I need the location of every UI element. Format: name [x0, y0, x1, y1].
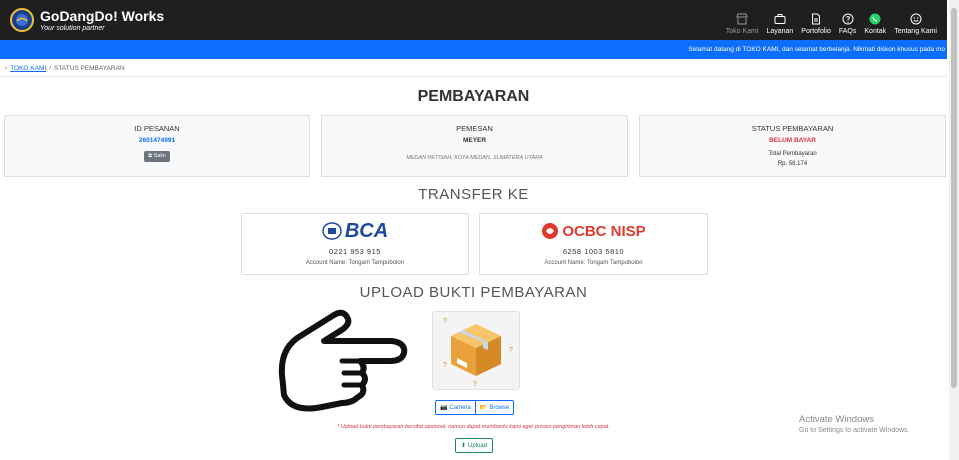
nav-item-label: Layanan: [766, 28, 794, 35]
copy-button-label: Salin: [153, 153, 166, 159]
nav-item-label: Toko Kami: [725, 28, 759, 35]
upload-button-label: Upload: [468, 442, 488, 449]
upload-title: UPLOAD BUKTI PEMBAYARAN: [359, 284, 588, 301]
copy-icon: ⧉: [148, 153, 153, 159]
nav-item-label: Tentang Kami: [894, 28, 937, 35]
upload-button[interactable]: ⬆ Upload: [455, 438, 494, 453]
divider: [0, 76, 947, 77]
nav-item-toko-kami[interactable]: Toko Kami: [725, 12, 759, 35]
total-payment-value: Rp. 58.174: [777, 161, 808, 167]
nav-item-label: Kontak: [864, 28, 887, 35]
browse-button-label: Browse: [489, 404, 510, 411]
breadcrumb: › TOKO KAMI / STATUS PEMBAYARAN: [5, 65, 125, 72]
customer-heading: PEMESAN: [456, 124, 493, 133]
brand-logo-icon: [10, 8, 34, 32]
camera-button-label: Camera: [449, 404, 471, 411]
order-id-value: 2601474991: [138, 137, 176, 144]
svg-text:?: ?: [509, 347, 513, 354]
nav-item-portofolio[interactable]: Portofolio: [801, 12, 831, 35]
camera-button[interactable]: 📷 Camera: [435, 400, 476, 415]
bank-account-holder: Account Name: Tongam Tampubolon: [305, 260, 405, 266]
announcement-marquee: Selamat datang di TOKO KAMI, dan selamat…: [0, 40, 947, 59]
page-scrollbar-thumb[interactable]: [951, 8, 957, 388]
briefcase-icon: [773, 12, 786, 25]
order-id-card: ID PESANAN 2601474991 ⧉ Salin: [4, 115, 310, 177]
browse-button[interactable]: 📂 Browse: [475, 400, 515, 415]
customer-card: PEMESAN MEYER MEDAN PETISAH, KOTA MEDAN,…: [321, 115, 628, 177]
question-icon: [841, 12, 854, 25]
document-icon: [810, 12, 823, 25]
brand-tagline: Your solution partner: [40, 24, 105, 32]
breadcrumb-current: STATUS PEMBAYARAN: [53, 65, 125, 72]
customer-address: MEDAN PETISAH, KOTA MEDAN, SUMATERA UTAR…: [406, 155, 543, 161]
marquee-text: Selamat datang di TOKO KAMI, dan selamat…: [688, 46, 945, 53]
brand[interactable]: GoDangDo! Works Your solution partner: [10, 8, 164, 32]
ocbc-logo-icon: OCBC NISP: [480, 220, 707, 242]
order-id-heading: ID PESANAN: [134, 124, 180, 133]
nav-item-kontak[interactable]: Kontak: [864, 12, 886, 35]
chevron-right-icon: ›: [5, 65, 8, 72]
payment-status-badge: BELUM BAYAR: [769, 137, 816, 144]
smile-icon: [909, 12, 922, 25]
camera-icon: 📷: [440, 405, 448, 411]
bank-account-holder: Account Name: Tongam Tampubolon: [544, 260, 643, 266]
nav-menu: Toko Kami Layanan Portofolio FAQs Kontak…: [726, 5, 937, 35]
bca-logo-icon: BCA: [242, 220, 468, 242]
transfer-title: TRANSFER KE: [418, 186, 529, 203]
breadcrumb-home-link[interactable]: TOKO KAMI: [10, 65, 46, 72]
whatsapp-icon: [869, 12, 882, 25]
top-navbar: GoDangDo! Works Your solution partner To…: [0, 0, 947, 40]
nav-item-label: Portofolio: [801, 28, 831, 35]
breadcrumb-separator: /: [49, 65, 51, 72]
brand-name: GoDangDo! Works: [40, 7, 165, 24]
windows-activation-watermark: Activate Windows Go to Settings to activ…: [799, 414, 910, 434]
upload-icon: ⬆: [461, 443, 467, 449]
bank-logo-text: BCA: [344, 219, 389, 242]
copy-order-id-button[interactable]: ⧉ Salin: [144, 151, 170, 162]
payment-status-card: STATUS PEMBAYARAN BELUM BAYAR Total Pemb…: [639, 115, 946, 177]
store-icon: [736, 12, 749, 25]
watermark-line1: Activate Windows: [799, 414, 874, 425]
bank-account-number: 6258 1003 5810: [562, 247, 625, 256]
bank-logo-text: OCBC NISP: [562, 222, 646, 240]
package-box-icon: ? ? ? ?: [433, 312, 519, 389]
bank-card-bca: BCA 0221 953 915 Account Name: Tongam Ta…: [241, 213, 469, 275]
folder-icon: 📂: [479, 405, 488, 411]
nav-item-tentang-kami[interactable]: Tentang Kami: [894, 12, 937, 35]
nav-item-faqs[interactable]: FAQs: [838, 12, 857, 35]
upload-source-buttons: 📷 Camera 📂 Browse: [435, 400, 515, 415]
nav-item-label: FAQs: [838, 28, 857, 35]
customer-name: MEYER: [462, 137, 487, 144]
bank-account-number: 0221 953 915: [329, 247, 381, 256]
upload-preview-image[interactable]: ? ? ? ?: [432, 311, 520, 390]
total-payment-label: Total Pembayaran: [768, 151, 817, 157]
bank-card-ocbc: OCBC NISP 6258 1003 5810 Account Name: T…: [479, 213, 708, 275]
watermark-line2: Go to Settings to activate Windows.: [799, 427, 910, 434]
svg-text:?: ?: [473, 381, 477, 388]
payment-status-heading: STATUS PEMBAYARAN: [751, 124, 834, 133]
pointing-hand-icon: [278, 309, 408, 412]
page-title: PEMBAYARAN: [417, 88, 530, 105]
svg-text:?: ?: [443, 318, 447, 325]
nav-item-layanan[interactable]: Layanan: [766, 12, 793, 35]
svg-text:?: ?: [443, 362, 447, 369]
